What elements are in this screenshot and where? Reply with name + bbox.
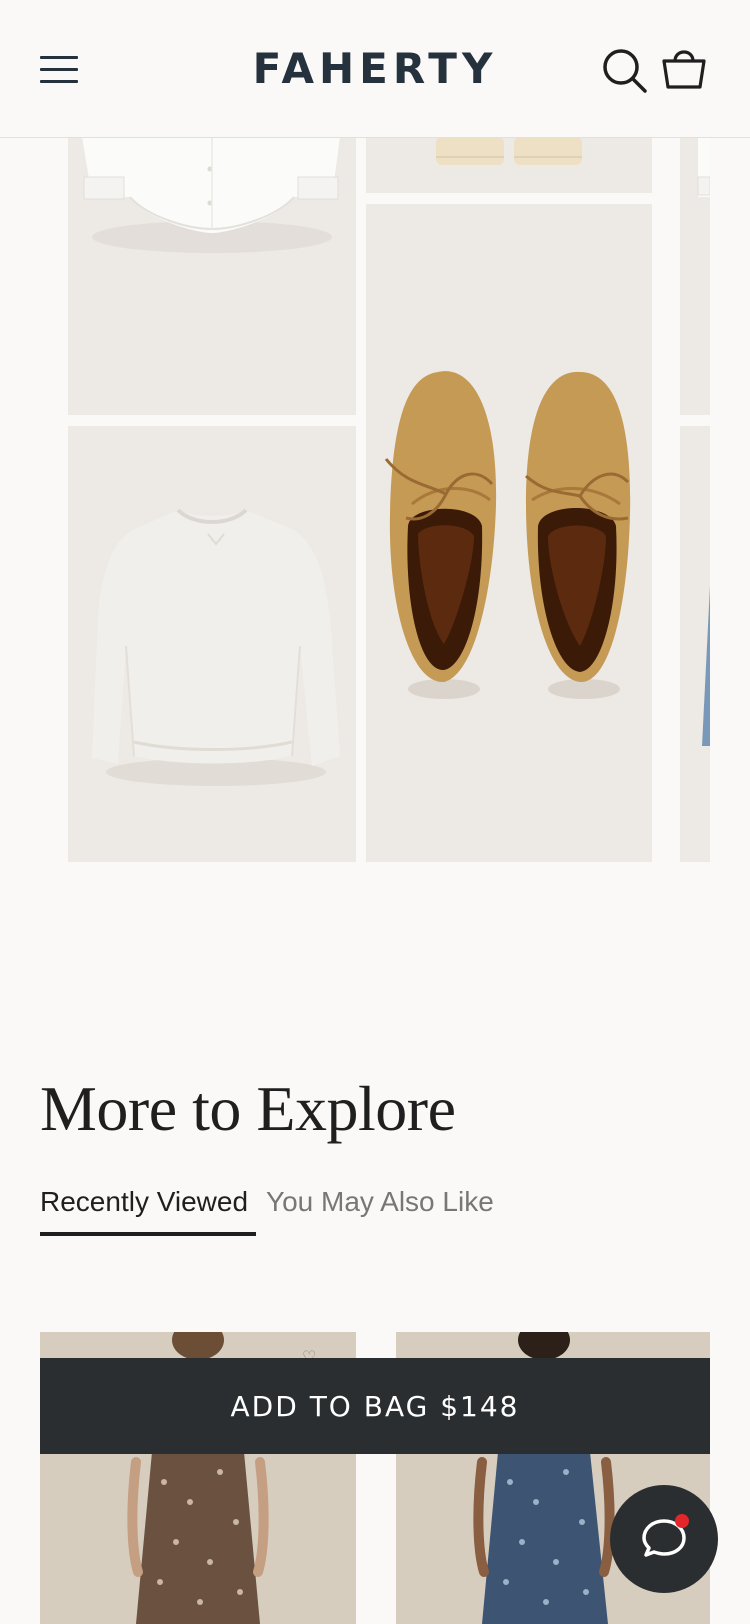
white-oxford-shirt-tile[interactable] (68, 137, 356, 415)
oatmeal-crewneck-sweatshirt-tile[interactable] (68, 426, 356, 862)
shopping-bag-icon[interactable] (660, 44, 708, 92)
tab-you-may-also-like[interactable]: You May Also Like (266, 1186, 494, 1218)
search-icon[interactable] (602, 48, 648, 94)
cream-shorts-tile[interactable] (366, 137, 652, 193)
tab-recently-viewed[interactable]: Recently Viewed (40, 1186, 248, 1218)
chat-button[interactable] (610, 1485, 718, 1593)
add-to-bag-button[interactable]: ADD TO BAG $148 (40, 1358, 710, 1454)
tan-suede-moccasins-tile[interactable] (366, 204, 652, 862)
denim-jeans-tile[interactable] (680, 426, 710, 862)
notification-dot (675, 1514, 689, 1528)
product-image-grid (0, 137, 750, 862)
site-header: FAHERTY (0, 0, 750, 138)
active-tab-indicator (40, 1232, 256, 1236)
chat-bubble-icon (642, 1514, 689, 1557)
partial-shirt-tile[interactable] (680, 137, 710, 415)
section-title: More to Explore (40, 1073, 456, 1144)
